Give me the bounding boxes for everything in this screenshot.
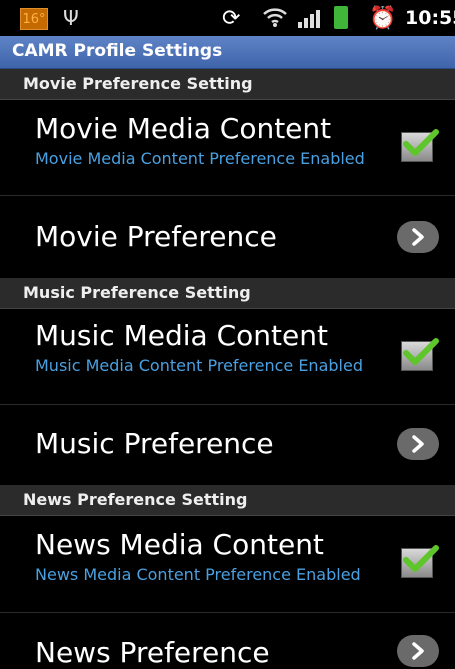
section-header-news: News Preference Setting bbox=[0, 485, 455, 516]
battery-icon bbox=[334, 6, 348, 29]
temperature-badge: 16° bbox=[20, 8, 48, 30]
item-summary: Music Media Content Preference Enabled bbox=[35, 356, 363, 375]
item-title: News Media Content bbox=[35, 528, 324, 561]
alarm-icon: ⏰ bbox=[369, 6, 397, 31]
movie-media-checkbox[interactable] bbox=[401, 129, 439, 162]
check-icon bbox=[403, 545, 439, 572]
item-title: Music Media Content bbox=[35, 319, 328, 352]
item-title: Movie Preference bbox=[35, 220, 277, 253]
movie-preference-item[interactable]: Movie Preference bbox=[0, 196, 455, 279]
section-header-label: Music Preference Setting bbox=[23, 283, 251, 302]
item-summary: Movie Media Content Preference Enabled bbox=[35, 149, 365, 168]
check-icon bbox=[403, 129, 439, 156]
news-preference-item[interactable]: News Preference bbox=[0, 613, 455, 669]
news-media-checkbox[interactable] bbox=[401, 545, 439, 578]
chevron-right-icon bbox=[397, 221, 439, 253]
section-header-label: Movie Preference Setting bbox=[23, 74, 253, 93]
movie-media-content-item[interactable]: Movie Media Content Movie Media Content … bbox=[0, 100, 455, 196]
item-title: Movie Media Content bbox=[35, 112, 332, 145]
usb-icon: Ψ bbox=[63, 6, 79, 30]
news-media-content-item[interactable]: News Media Content News Media Content Pr… bbox=[0, 516, 455, 613]
chevron-right-icon bbox=[397, 635, 439, 667]
sync-icon: ⟳ bbox=[222, 6, 241, 31]
title-bar: CAMR Profile Settings bbox=[0, 36, 455, 69]
item-title: Music Preference bbox=[35, 427, 274, 460]
section-header-label: News Preference Setting bbox=[23, 490, 248, 509]
app-title: CAMR Profile Settings bbox=[12, 41, 223, 61]
item-title: News Preference bbox=[35, 636, 270, 669]
wifi-icon bbox=[262, 6, 288, 32]
section-header-music: Music Preference Setting bbox=[0, 278, 455, 309]
item-summary: News Media Content Preference Enabled bbox=[35, 565, 361, 584]
status-bar: 16° Ψ ⟳ ⏰ 10:55 bbox=[0, 0, 455, 36]
music-media-checkbox[interactable] bbox=[401, 338, 439, 371]
section-header-movie: Movie Preference Setting bbox=[0, 69, 455, 100]
music-preference-item[interactable]: Music Preference bbox=[0, 405, 455, 486]
clock: 10:55 bbox=[405, 7, 455, 29]
music-media-content-item[interactable]: Music Media Content Music Media Content … bbox=[0, 309, 455, 405]
check-icon bbox=[403, 338, 439, 365]
chevron-right-icon bbox=[397, 428, 439, 460]
signal-icon bbox=[297, 8, 323, 32]
